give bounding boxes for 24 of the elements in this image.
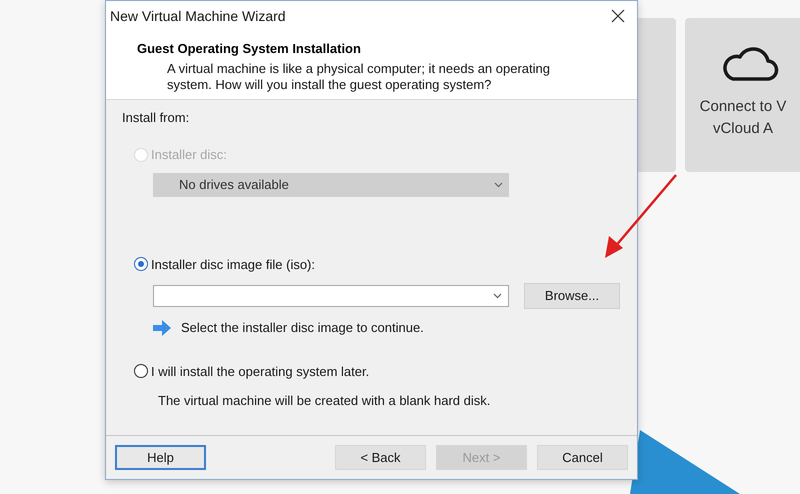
radio-button[interactable] — [134, 364, 148, 378]
option-label: Installer disc: — [151, 146, 227, 164]
connect-card[interactable]: Connect to V vCloud A — [685, 18, 800, 172]
option-label: I will install the operating system later. — [151, 362, 370, 381]
cloud-icon — [721, 44, 779, 82]
card-text: Connect to V — [700, 97, 786, 117]
option-label: Installer disc image file (iso): — [151, 256, 315, 274]
iso-path-field[interactable] — [153, 285, 509, 307]
arrow-right-icon — [152, 318, 172, 337]
close-icon[interactable] — [611, 9, 625, 23]
header-title: Guest Operating System Installation — [137, 40, 362, 58]
hint-text: Select the installer disc image to continue. — [181, 319, 424, 337]
note-text: The virtual machine will be created with a blank hard disk. — [158, 392, 492, 410]
chevron-down-icon — [493, 293, 502, 299]
radio-button[interactable] — [134, 257, 148, 272]
install-from-label: Install from: — [122, 108, 190, 126]
dialog-button[interactable]: Cancel — [537, 445, 628, 470]
chevron-down-icon — [494, 182, 503, 188]
header-description: A virtual machine is like a physical computer; it needs an operating system. How will you install the guest operating system? — [167, 60, 551, 92]
dialog-button[interactable]: < Back — [335, 445, 426, 470]
dialog-button[interactable]: Help — [115, 445, 206, 470]
browse-button[interactable]: Browse... — [524, 283, 620, 309]
window-title: New Virtual Machine Wizard — [110, 6, 286, 26]
card-text: vCloud A — [712, 119, 774, 139]
